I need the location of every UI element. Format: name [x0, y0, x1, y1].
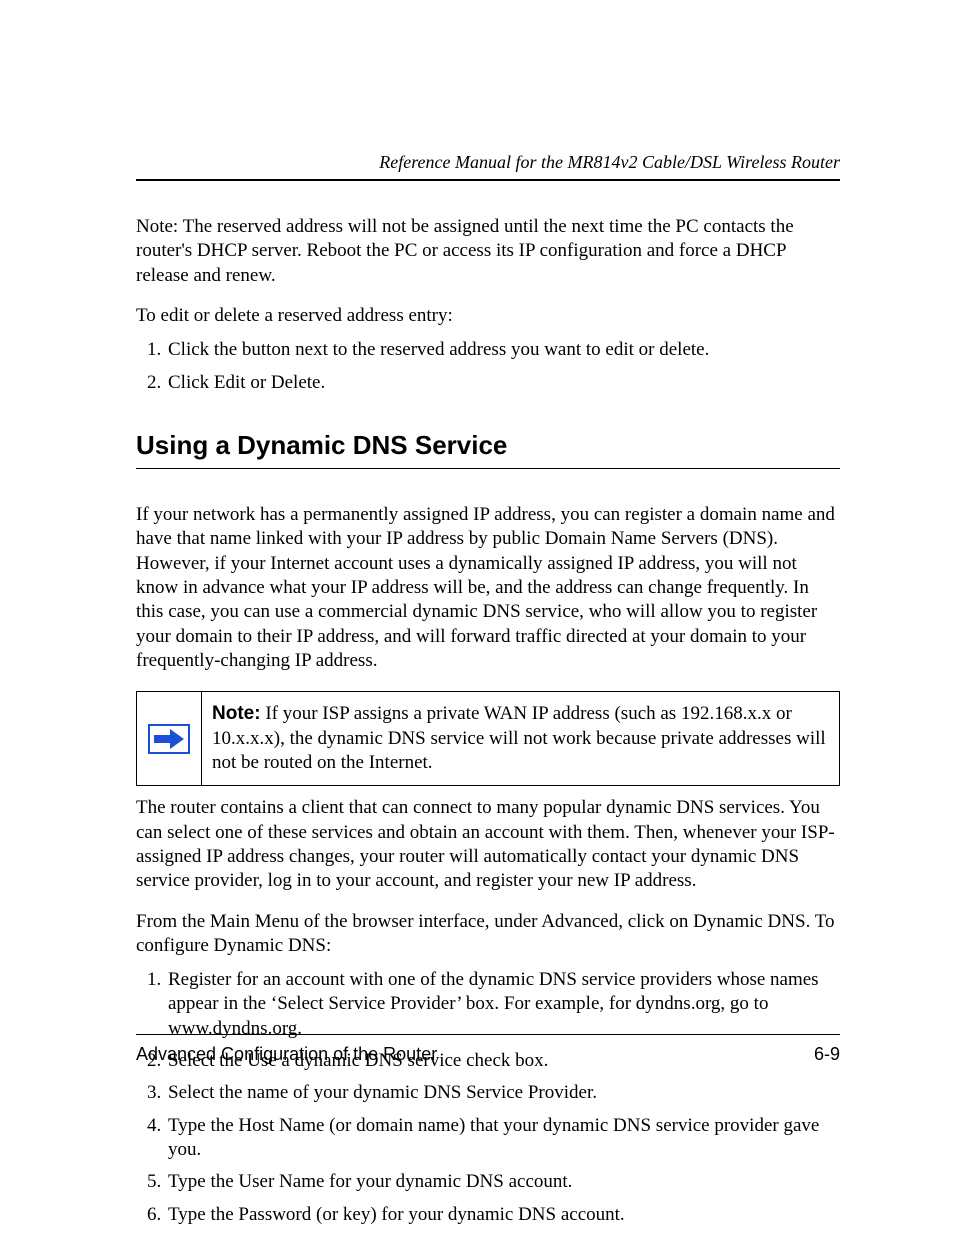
footer-rule: [136, 1034, 840, 1035]
note-body: If your ISP assigns a private WAN IP add…: [212, 703, 826, 773]
steps-edit-delete: Click the button next to the reserved ad…: [136, 338, 840, 395]
page: Reference Manual for the MR814v2 Cable/D…: [0, 0, 954, 1235]
list-item: Type the Host Name (or domain name) that…: [166, 1114, 840, 1163]
paragraph-edit-leadin: To edit or delete a reserved address ent…: [136, 304, 840, 328]
list-item: Register for an account with one of the …: [166, 968, 840, 1041]
steps-configure-ddns: Register for an account with one of the …: [136, 968, 840, 1227]
note-text: Note: If your ISP assigns a private WAN …: [201, 692, 839, 785]
note-arrow-icon: [137, 692, 201, 785]
paragraph-ddns-intro: If your network has a permanently assign…: [136, 503, 840, 673]
note-box: Note: If your ISP assigns a private WAN …: [136, 691, 840, 786]
paragraph-reserved-note: Note: The reserved address will not be a…: [136, 215, 840, 288]
list-item: Select the name of your dynamic DNS Serv…: [166, 1081, 840, 1105]
page-footer: Advanced Configuration of the Router 6-9: [136, 1044, 840, 1065]
list-item: Click the button next to the reserved ad…: [166, 338, 840, 362]
section-heading-ddns: Using a Dynamic DNS Service: [136, 429, 840, 469]
running-header: Reference Manual for the MR814v2 Cable/D…: [136, 152, 840, 181]
footer-section-title: Advanced Configuration of the Router: [136, 1044, 437, 1065]
list-item: Type the User Name for your dynamic DNS …: [166, 1170, 840, 1194]
note-label: Note:: [212, 703, 261, 724]
footer-page-number: 6-9: [814, 1044, 840, 1065]
paragraph-ddns-configure-leadin: From the Main Menu of the browser interf…: [136, 910, 840, 959]
paragraph-ddns-client: The router contains a client that can co…: [136, 796, 840, 893]
list-item: Type the Password (or key) for your dyna…: [166, 1203, 840, 1227]
list-item: Click Edit or Delete.: [166, 371, 840, 395]
body-column: Note: The reserved address will not be a…: [136, 215, 840, 1227]
